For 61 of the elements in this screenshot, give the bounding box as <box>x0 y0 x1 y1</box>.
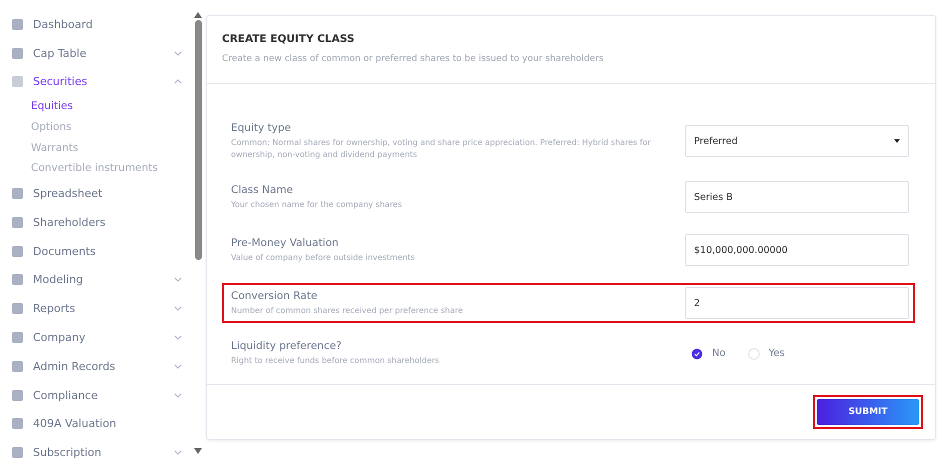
sidebar-item[interactable]: Securities <box>0 68 192 96</box>
field-label: Equity type <box>231 122 292 134</box>
chevron-icon <box>174 392 182 398</box>
scroll-up-icon[interactable] <box>194 12 202 18</box>
form-title: CREATE EQUITY CLASS <box>222 33 356 45</box>
chevron-icon <box>174 306 182 312</box>
menu-item-icon <box>12 274 23 286</box>
menu-item-icon <box>12 360 23 372</box>
sidebar-item[interactable]: Cap Table <box>0 38 192 68</box>
menu-item-icon <box>12 76 23 88</box>
sidebar-item[interactable]: Admin Records <box>0 352 192 381</box>
field-hint: Your chosen name for the company shares <box>231 199 403 211</box>
menu-item-icon <box>12 447 23 458</box>
select-field[interactable]: Preferred <box>685 125 909 158</box>
menu-item-icon <box>12 390 23 401</box>
sidebar-item[interactable]: Subscription <box>0 438 192 468</box>
menu-item-icon <box>12 246 23 257</box>
input-field[interactable]: $10,000,000.00000 <box>685 234 909 266</box>
menu-item-icon <box>12 418 23 430</box>
submenu-item[interactable]: Warrants <box>0 138 192 158</box>
sidebar-item[interactable]: Documents <box>0 236 192 266</box>
scrollbar-thumb[interactable] <box>194 20 202 260</box>
field-label: Class Name <box>231 184 294 196</box>
menu-item-icon <box>12 303 23 314</box>
menu-item-icon <box>12 216 23 228</box>
menu-item-icon <box>12 332 23 344</box>
chevron-icon <box>174 335 182 340</box>
submenu-item[interactable]: Equities <box>0 96 192 118</box>
field-hint: Right to receive funds before common shareholders <box>231 355 440 367</box>
radio-option[interactable]: No <box>691 348 726 360</box>
form-subtitle: Create a new class of common or preferred shares to be issued to your shareholders <box>222 54 605 64</box>
chevron-icon <box>174 79 182 84</box>
sidebar-item[interactable]: Reports <box>0 294 192 324</box>
field-label: Pre-Money Valuation <box>231 237 340 250</box>
field-hint: Common: Normal shares for ownership, voting and share price appreciation. Preferred: Hybrid shares for ownership, non-voting and dividend payments <box>231 137 652 160</box>
sidebar-item[interactable]: Company <box>0 323 192 352</box>
menu-item-icon <box>12 188 23 200</box>
sidebar-item[interactable]: Compliance <box>0 380 192 410</box>
menu-item-icon <box>12 18 23 30</box>
field-label: Conversion Rate <box>231 290 318 302</box>
submenu-item[interactable]: Options <box>0 117 192 138</box>
input-field[interactable]: Series B <box>685 181 909 214</box>
chevron-icon <box>174 364 182 369</box>
sidebar-item[interactable]: Shareholders <box>0 208 192 237</box>
scroll-down-icon[interactable] <box>194 448 202 454</box>
submenu-item[interactable]: Convertible instruments <box>0 158 192 180</box>
radio-option[interactable]: Yes <box>748 348 785 360</box>
chevron-icon <box>174 450 182 456</box>
chevron-icon <box>174 50 182 56</box>
field-label: Liquidity preference? <box>231 340 343 352</box>
field-hint: Value of company before outside investments <box>231 252 416 264</box>
sidebar-item[interactable]: Modeling <box>0 266 192 294</box>
menu-item-icon <box>12 48 23 59</box>
input-field[interactable]: 2 <box>685 287 909 320</box>
chevron-icon <box>174 277 182 282</box>
caret-icon <box>894 139 900 144</box>
sidebar-item[interactable]: Dashboard <box>0 10 192 39</box>
submit-button[interactable]: SUBMIT <box>817 398 919 425</box>
sidebar-item[interactable]: 409A Valuation <box>0 410 192 438</box>
sidebar-item[interactable]: Spreadsheet <box>0 179 192 208</box>
field-hint: Number of common shares received per preference share <box>231 305 464 317</box>
